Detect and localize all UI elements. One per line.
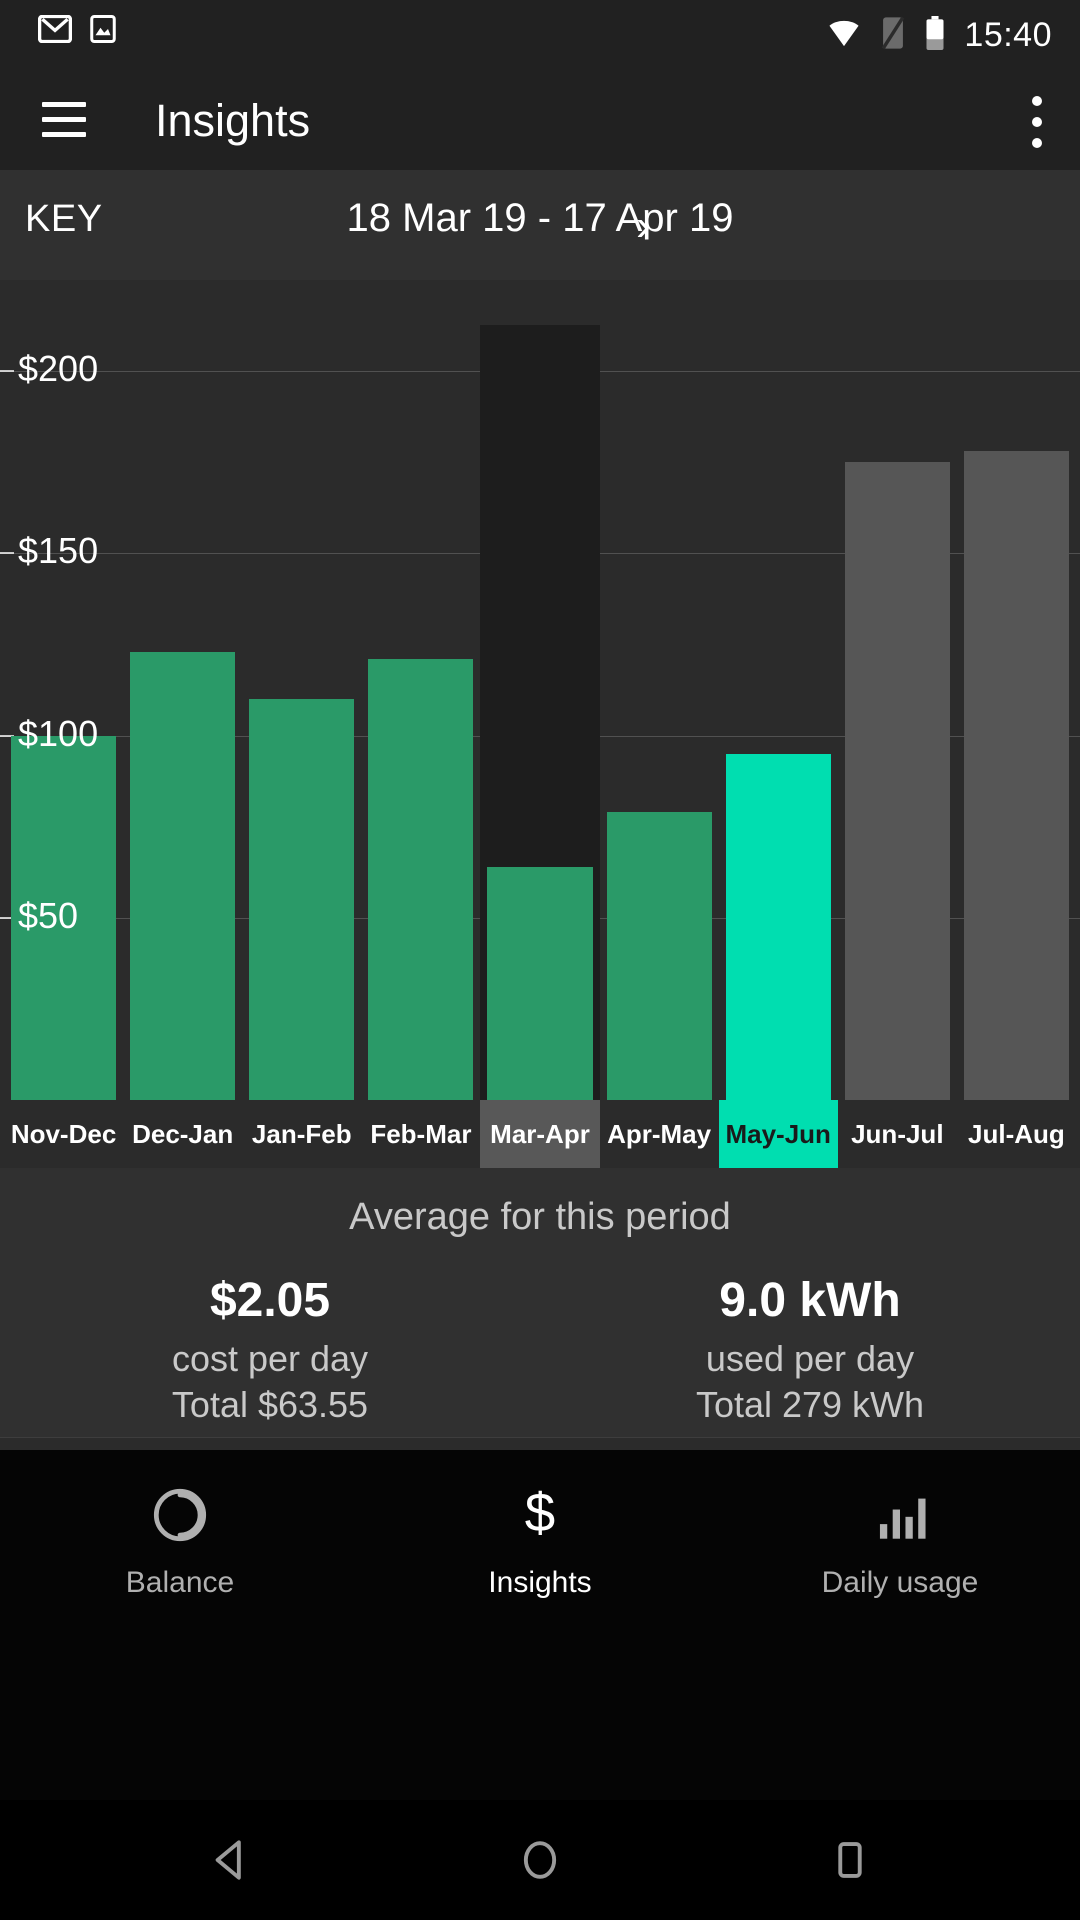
summary-stat-unit: used per day <box>705 1338 915 1379</box>
x-axis-label[interactable]: Jan-Feb <box>242 1100 361 1168</box>
chart-bar[interactable] <box>249 699 355 1100</box>
chart-bar[interactable] <box>844 462 950 1100</box>
chart-bar[interactable] <box>130 651 236 1100</box>
android-system-nav <box>0 1800 1080 1920</box>
x-axis-label[interactable]: Jul-Aug <box>957 1100 1076 1168</box>
y-axis-label: $100 <box>18 712 99 754</box>
x-axis-label[interactable]: Dec-Jan <box>123 1100 242 1168</box>
status-bar-clock: 15:40 <box>964 16 1052 54</box>
chart-bar[interactable] <box>725 753 831 1100</box>
chart-x-axis-labels: Nov-Dec Dec-Jan Jan-Feb Feb-Mar Mar-Apr Apr-M… <box>0 1100 1080 1168</box>
chevron-right-icon[interactable]: › <box>636 200 651 252</box>
summary-panel: Average for this period $2.05 cost per d… <box>0 1168 1080 1438</box>
svg-text:$: $ <box>525 1484 555 1543</box>
nav-item-balance[interactable]: Balance <box>0 1478 360 1600</box>
gmail-icon <box>37 14 73 48</box>
app-screen: 15:40 Insights KEY 18 Mar 19 - 17 Apr 19… <box>0 0 1080 1920</box>
cost-bar-chart: $200 $150 $100 $50 <box>0 280 1080 1100</box>
summary-stat-total: Total $63.55 <box>171 1384 369 1425</box>
nav-item-label: Balance <box>125 1566 235 1599</box>
dollar-icon: $ <box>360 1478 720 1552</box>
back-triangle-icon[interactable] <box>200 1830 260 1890</box>
summary-stat-cost: $2.05 cost per day Total $63.55 <box>0 1272 540 1428</box>
x-axis-label[interactable]: Nov-Dec <box>4 1100 123 1168</box>
page-title: Insights <box>155 95 311 146</box>
battery-icon <box>924 15 946 55</box>
date-range-label[interactable]: 18 Mar 19 - 17 Apr 19 <box>0 196 1080 241</box>
x-axis-label[interactable]: Feb-Mar <box>361 1100 480 1168</box>
hamburger-icon[interactable] <box>42 102 86 138</box>
chart-bar[interactable] <box>963 451 1069 1100</box>
summary-stat-unit: cost per day <box>171 1338 369 1379</box>
chart-bar[interactable] <box>606 812 712 1100</box>
nav-item-insights[interactable]: $ Insights <box>360 1478 720 1600</box>
chart-bar[interactable] <box>487 866 593 1100</box>
summary-stat-total: Total 279 kWh <box>695 1384 925 1425</box>
wifi-icon <box>826 17 862 54</box>
summary-stat-usage: 9.0 kWh used per day Total 279 kWh <box>540 1272 1080 1428</box>
summary-stat-value: $2.05 <box>209 1274 331 1327</box>
bar-chart-icon <box>720 1478 1080 1552</box>
nav-item-label: Insights <box>488 1566 592 1599</box>
date-range-bar: KEY 18 Mar 19 - 17 Apr 19 › <box>0 170 1080 280</box>
sim-off-icon <box>880 16 906 55</box>
chart-bar[interactable] <box>368 659 474 1100</box>
chart-bars <box>0 280 1080 1100</box>
recents-square-icon[interactable] <box>820 1830 880 1890</box>
nav-item-daily-usage[interactable]: Daily usage <box>720 1478 1080 1600</box>
bottom-navigation-bar: Balance $ Insights Daily usage <box>0 1450 1080 1800</box>
nav-item-label: Daily usage <box>821 1566 979 1599</box>
x-axis-label[interactable]: May-Jun <box>718 1100 838 1168</box>
x-axis-label[interactable]: Apr-May <box>600 1100 719 1168</box>
x-axis-label[interactable]: Jun-Jul <box>838 1100 957 1168</box>
balance-circle-icon <box>0 1478 360 1552</box>
status-bar-notification-icons <box>37 14 118 49</box>
summary-title: Average for this period <box>349 1196 731 1238</box>
status-bar-system-icons: 15:40 <box>826 12 1052 58</box>
kebab-menu-icon[interactable] <box>1032 96 1042 159</box>
image-icon <box>88 14 118 49</box>
app-bar: Insights <box>0 72 1080 170</box>
status-bar: 15:40 <box>0 0 1080 72</box>
summary-stat-value: 9.0 kWh <box>719 1274 901 1327</box>
y-axis-label: $200 <box>18 348 99 390</box>
x-axis-label[interactable]: Mar-Apr <box>480 1100 600 1168</box>
y-axis-label: $50 <box>18 894 79 936</box>
home-circle-icon[interactable] <box>510 1830 570 1890</box>
y-axis-label: $150 <box>18 530 99 572</box>
